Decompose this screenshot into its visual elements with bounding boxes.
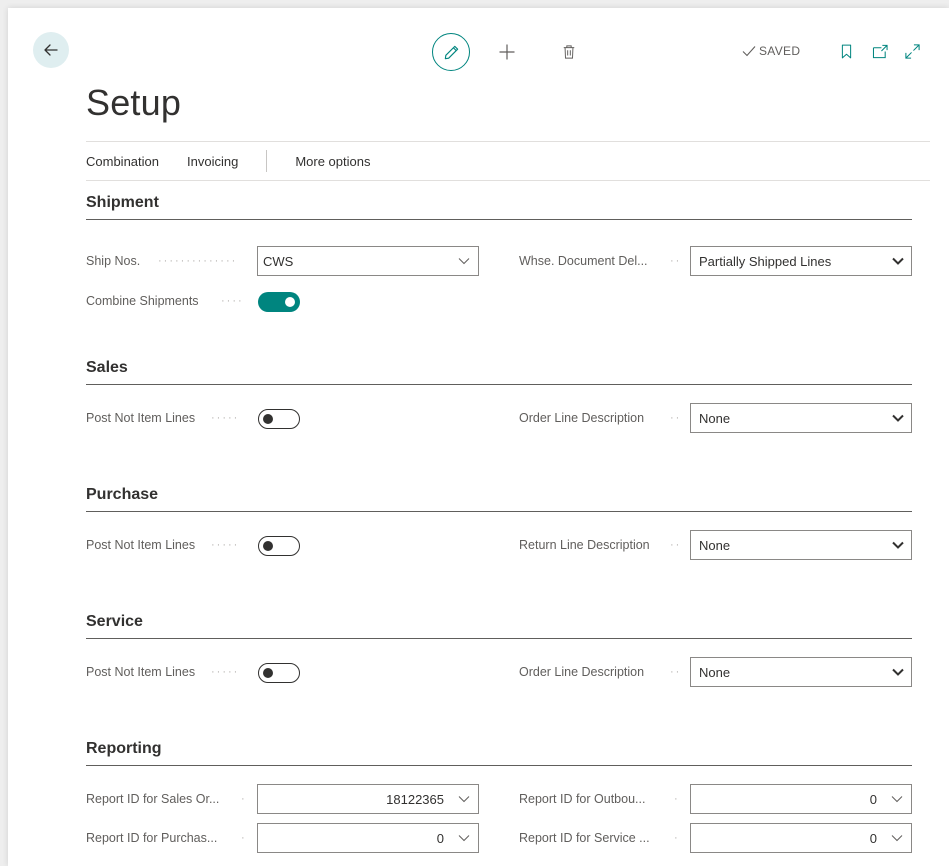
sales-post-not-item-lines-label: Post Not Item Lines bbox=[86, 411, 196, 425]
field-dots: ····· bbox=[211, 666, 240, 678]
purchase-return-line-description-value: None bbox=[699, 537, 731, 553]
service-order-line-description-label: Order Line Description bbox=[519, 665, 645, 679]
action-invoicing[interactable]: Invoicing bbox=[187, 154, 238, 169]
chevron-down-icon[interactable] bbox=[450, 257, 478, 265]
ship-nos-value: CWS bbox=[263, 253, 294, 269]
field-dots: ···· bbox=[221, 295, 244, 307]
bookmark-icon bbox=[841, 44, 851, 58]
report-id-sales-order-label: Report ID for Sales Or... bbox=[86, 792, 220, 806]
new-button[interactable] bbox=[496, 41, 518, 63]
service-order-line-description-value: None bbox=[699, 664, 731, 680]
report-id-sales-order-field[interactable]: 18122365 bbox=[257, 784, 479, 814]
field-dots: · bbox=[674, 832, 680, 844]
ship-nos-field[interactable]: CWS bbox=[257, 246, 479, 276]
expand-icon bbox=[904, 43, 920, 59]
report-id-service-label: Report ID for Service ... bbox=[519, 831, 650, 845]
open-new-window-button[interactable] bbox=[870, 42, 890, 60]
service-post-not-item-lines-toggle[interactable] bbox=[258, 663, 300, 683]
field-dots: ·· bbox=[670, 539, 682, 551]
open-new-window-icon bbox=[872, 44, 888, 58]
section-shipment-title[interactable]: Shipment bbox=[86, 194, 912, 220]
action-bar: Combination Invoicing More options bbox=[86, 141, 930, 181]
expand-button[interactable] bbox=[902, 41, 922, 61]
report-id-purchase-value: 0 bbox=[436, 830, 444, 846]
combine-shipments-toggle[interactable] bbox=[258, 292, 300, 312]
purchase-post-not-item-lines-label: Post Not Item Lines bbox=[86, 538, 196, 552]
toggle-knob bbox=[263, 540, 273, 551]
sales-post-not-item-lines-toggle[interactable] bbox=[258, 409, 300, 429]
saved-label: SAVED bbox=[759, 44, 801, 58]
plus-icon bbox=[499, 44, 515, 60]
section-reporting-title[interactable]: Reporting bbox=[86, 740, 912, 766]
toggle-knob bbox=[263, 413, 273, 424]
service-order-line-description-select[interactable]: None bbox=[690, 657, 912, 687]
back-button[interactable] bbox=[33, 32, 69, 68]
page-title: Setup bbox=[86, 82, 182, 123]
bookmark-button[interactable] bbox=[838, 42, 854, 60]
checkmark-icon bbox=[742, 46, 756, 57]
chevron-down-icon[interactable] bbox=[885, 541, 911, 549]
field-dots: · bbox=[241, 832, 247, 844]
chevron-down-icon[interactable] bbox=[450, 795, 478, 803]
section-service-title[interactable]: Service bbox=[86, 613, 912, 639]
field-dots: ····· bbox=[211, 539, 240, 551]
report-id-outbound-label: Report ID for Outbou... bbox=[519, 792, 646, 806]
chevron-down-icon[interactable] bbox=[883, 834, 911, 842]
report-id-service-field[interactable]: 0 bbox=[690, 823, 912, 853]
field-dots: · bbox=[674, 793, 680, 805]
arrow-left-icon bbox=[44, 44, 58, 56]
field-dots: ·············· bbox=[158, 255, 238, 267]
report-id-sales-order-value: 18122365 bbox=[386, 791, 444, 807]
combine-shipments-label: Combine Shipments bbox=[86, 294, 199, 308]
whse-document-label: Whse. Document Del... bbox=[519, 254, 648, 268]
toggle-knob bbox=[263, 667, 273, 678]
report-id-purchase-field[interactable]: 0 bbox=[257, 823, 479, 853]
sales-order-line-description-select[interactable]: None bbox=[690, 403, 912, 433]
field-dots: ·· bbox=[670, 412, 682, 424]
section-sales-title[interactable]: Sales bbox=[86, 359, 912, 385]
sales-order-line-description-value: None bbox=[699, 410, 731, 426]
chevron-down-icon[interactable] bbox=[883, 795, 911, 803]
chevron-down-icon[interactable] bbox=[885, 257, 911, 265]
sales-order-line-description-label: Order Line Description bbox=[519, 411, 645, 425]
whse-document-select[interactable]: Partially Shipped Lines bbox=[690, 246, 912, 276]
service-post-not-item-lines-label: Post Not Item Lines bbox=[86, 665, 196, 679]
delete-button[interactable] bbox=[558, 41, 580, 63]
trash-icon bbox=[563, 45, 575, 59]
field-dots: · bbox=[241, 793, 247, 805]
purchase-return-line-description-label: Return Line Description bbox=[519, 538, 650, 552]
action-more-options[interactable]: More options bbox=[295, 154, 370, 169]
edit-button[interactable] bbox=[432, 33, 470, 71]
action-separator bbox=[266, 150, 268, 172]
toggle-knob bbox=[285, 297, 295, 307]
report-id-purchase-label: Report ID for Purchas... bbox=[86, 831, 218, 845]
report-id-service-value: 0 bbox=[869, 830, 877, 846]
report-id-outbound-field[interactable]: 0 bbox=[690, 784, 912, 814]
ship-nos-label: Ship Nos. bbox=[86, 254, 141, 268]
whse-document-value: Partially Shipped Lines bbox=[699, 253, 832, 269]
pencil-icon bbox=[444, 45, 458, 59]
field-dots: ·· bbox=[670, 666, 682, 678]
saved-status: SAVED bbox=[742, 42, 800, 60]
section-purchase-title[interactable]: Purchase bbox=[86, 486, 912, 512]
field-dots: ····· bbox=[211, 412, 240, 424]
field-dots: ·· bbox=[670, 255, 682, 267]
chevron-down-icon[interactable] bbox=[885, 414, 911, 422]
report-id-outbound-value: 0 bbox=[869, 791, 877, 807]
setup-card-page: SAVED Setup Combination Invoicing More o… bbox=[8, 8, 949, 866]
action-combination[interactable]: Combination bbox=[86, 154, 159, 169]
purchase-post-not-item-lines-toggle[interactable] bbox=[258, 536, 300, 556]
chevron-down-icon[interactable] bbox=[450, 834, 478, 842]
purchase-return-line-description-select[interactable]: None bbox=[690, 530, 912, 560]
chevron-down-icon[interactable] bbox=[885, 668, 911, 676]
